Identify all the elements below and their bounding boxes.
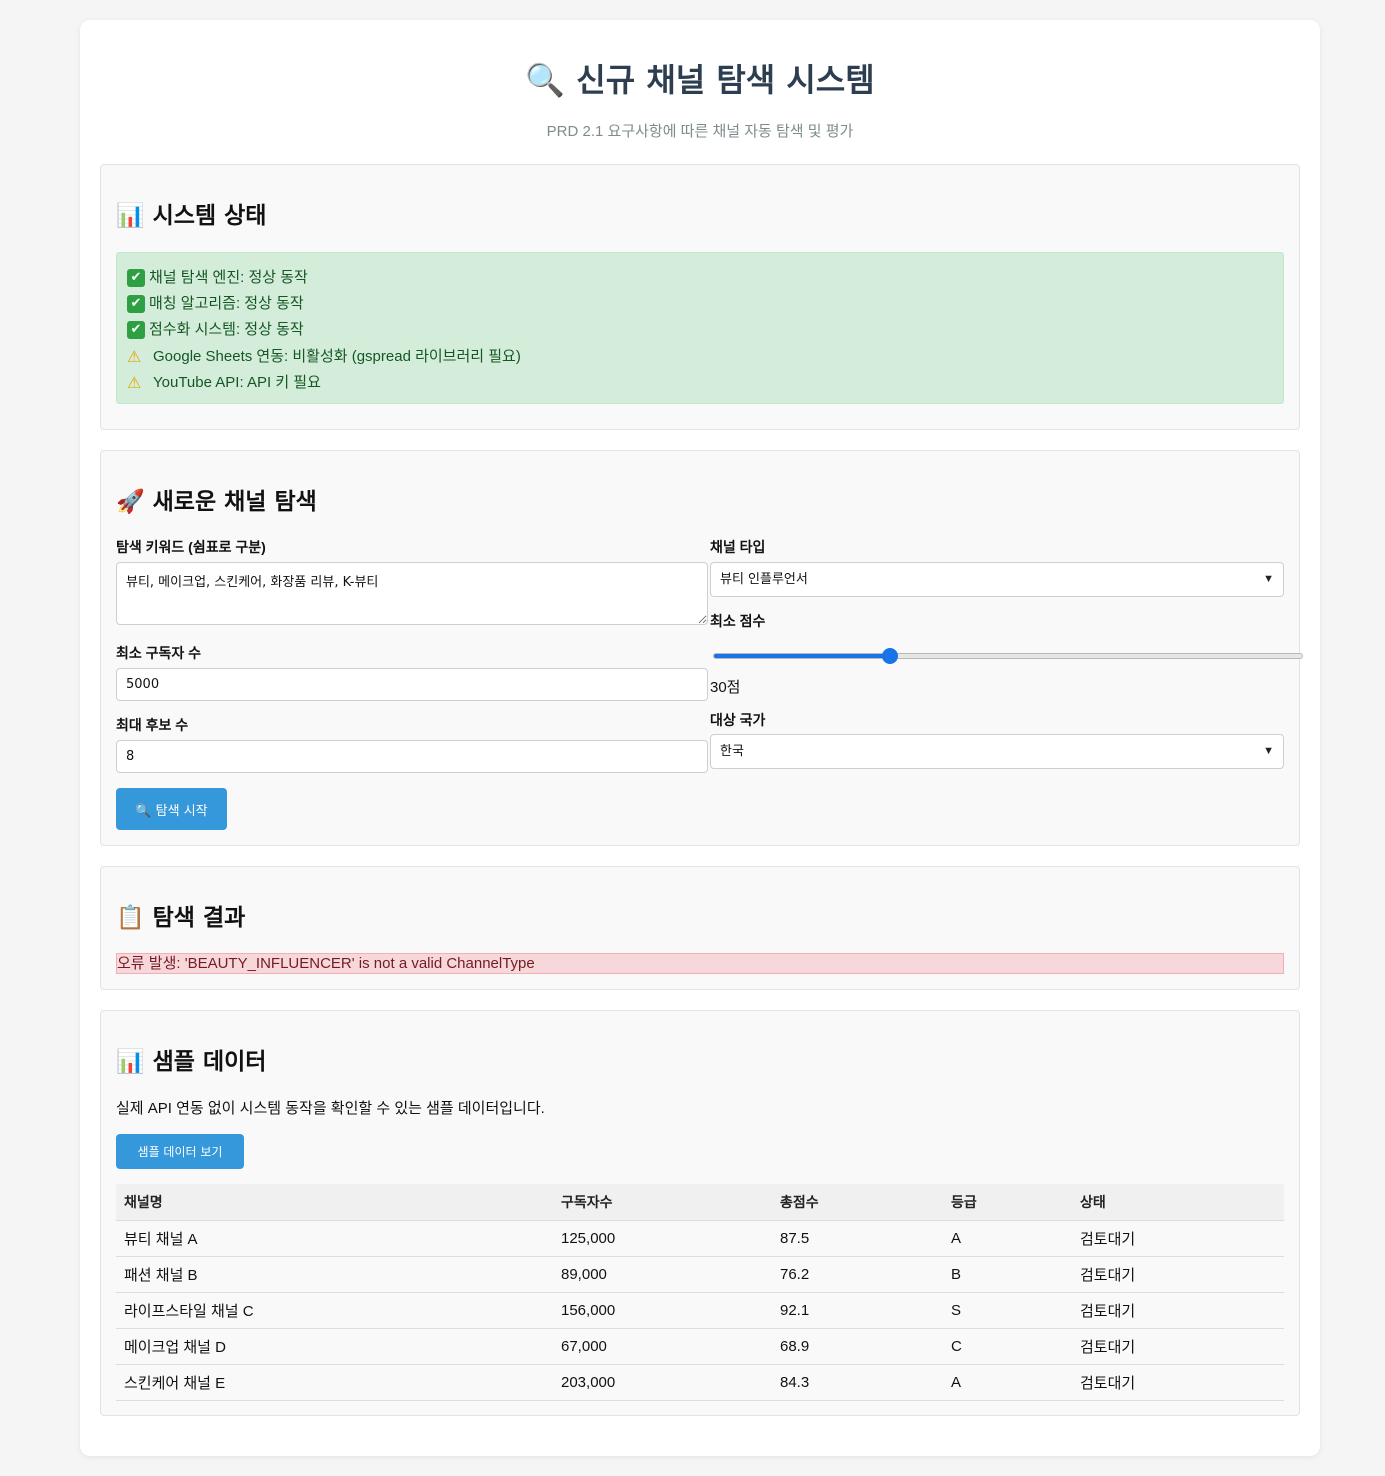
check-icon: ✔	[127, 295, 145, 314]
status-item-text: 매칭 알고리즘: 정상 동작	[149, 295, 304, 313]
cell-grade: S	[943, 1292, 1072, 1329]
sample-description: 실제 API 연동 없이 시스템 동작을 확인할 수 있는 샘플 데이터입니다.	[116, 1100, 545, 1117]
cell-channel: 패션 채널 B	[116, 1256, 553, 1293]
max-candidates-label: 최대 후보 수	[116, 717, 189, 733]
status-item-text: 채널 탐색 엔진: 정상 동작	[149, 269, 308, 287]
keywords-input[interactable]	[116, 562, 708, 625]
sample-data-section: 📊 샘플 데이터 실제 API 연동 없이 시스템 동작을 확인할 수 있는 샘…	[100, 1010, 1300, 1416]
warning-icon: ⚠	[127, 346, 142, 366]
page-title-text: 신규 채널 탐색 시스템	[576, 61, 875, 99]
warning-icon: ⚠	[127, 372, 142, 392]
cell-grade: C	[943, 1328, 1072, 1365]
column-header-subscribers: 구독자수	[553, 1184, 772, 1221]
check-icon: ✔	[127, 321, 145, 340]
cell-status: 검토대기	[1072, 1364, 1284, 1401]
cell-channel: 메이크업 채널 D	[116, 1328, 553, 1365]
sample-table: 채널명 구독자수 총점수 등급 상태 뷰티 채널 A 125,000 87.5 …	[116, 1184, 1284, 1401]
cell-status: 검토대기	[1072, 1292, 1284, 1329]
min-score-label: 최소 점수	[710, 613, 766, 629]
column-header-status: 상태	[1072, 1184, 1284, 1221]
table-row: 라이프스타일 채널 C 156,000 92.1 S 검토대기	[116, 1292, 1284, 1329]
slider-thumb[interactable]	[882, 648, 899, 664]
channel-type-label: 채널 타입	[710, 539, 766, 555]
status-item: ⚠ YouTube API: API 키 필요	[127, 370, 1273, 396]
cell-channel: 스킨케어 채널 E	[116, 1364, 553, 1401]
table-row: 뷰티 채널 A 125,000 87.5 A 검토대기	[116, 1220, 1284, 1257]
cell-subscribers: 67,000	[553, 1328, 772, 1365]
page-title: 🔍 신규 채널 탐색 시스템	[100, 20, 1300, 100]
status-item-text: YouTube API: API 키 필요	[153, 373, 321, 391]
column-header-grade: 등급	[943, 1184, 1072, 1221]
cell-score: 84.3	[772, 1364, 943, 1401]
table-row: 패션 채널 B 89,000 76.2 B 검토대기	[116, 1256, 1284, 1293]
error-message: 오류 발생: 'BEAUTY_INFLUENCER' is not a vali…	[116, 953, 1284, 974]
table-row: 메이크업 채널 D 67,000 68.9 C 검토대기	[116, 1328, 1284, 1365]
column-header-score: 총점수	[772, 1184, 943, 1221]
cell-score: 68.9	[772, 1328, 943, 1365]
main-container: 🔍 신규 채널 탐색 시스템 PRD 2.1 요구사항에 따른 채널 자동 탐색…	[80, 20, 1320, 1456]
cell-grade: B	[943, 1256, 1072, 1293]
slider-fill	[714, 654, 891, 658]
min-score-slider[interactable]	[713, 648, 1303, 664]
cell-channel: 뷰티 채널 A	[116, 1220, 553, 1257]
cell-subscribers: 125,000	[553, 1220, 772, 1257]
channel-search-title: 🚀 새로운 채널 탐색	[116, 489, 317, 515]
status-item-text: 점수화 시스템: 정상 동작	[149, 321, 304, 339]
status-item: ✔ 점수화 시스템: 정상 동작	[127, 317, 1273, 343]
country-select[interactable]: 한국	[710, 734, 1284, 769]
search-result-section: 📋 탐색 결과 오류 발생: 'BEAUTY_INFLUENCER' is no…	[100, 866, 1300, 990]
cell-grade: A	[943, 1364, 1072, 1401]
country-label: 대상 국가	[710, 712, 766, 728]
system-status-title: 📊 시스템 상태	[116, 203, 267, 229]
min-score-readout: 30점	[710, 679, 741, 696]
cell-status: 검토대기	[1072, 1328, 1284, 1365]
system-status-section: 📊 시스템 상태 ✔ 채널 탐색 엔진: 정상 동작 ✔ 매칭 알고리즘: 정상…	[100, 164, 1300, 430]
max-candidates-input[interactable]	[116, 740, 708, 773]
min-subscribers-input[interactable]	[116, 668, 708, 701]
status-box: ✔ 채널 탐색 엔진: 정상 동작 ✔ 매칭 알고리즘: 정상 동작 ✔ 점수화…	[116, 252, 1284, 404]
cell-subscribers: 156,000	[553, 1292, 772, 1329]
channel-type-select[interactable]: 뷰티 인플루언서	[710, 562, 1284, 597]
keywords-label: 탐색 키워드 (쉼표로 구분)	[116, 539, 266, 555]
status-item: ⚠ Google Sheets 연동: 비활성화 (gspread 라이브러리 …	[127, 344, 1273, 370]
channel-search-section: 🚀 새로운 채널 탐색 탐색 키워드 (쉼표로 구분) 채널 타입 뷰티 인플루…	[100, 450, 1303, 846]
country-select-wrap: 한국 ▼	[710, 734, 1284, 769]
cell-channel: 라이프스타일 채널 C	[116, 1292, 553, 1329]
start-search-button[interactable]: 🔍 탐색 시작	[116, 788, 227, 830]
cell-status: 검토대기	[1072, 1220, 1284, 1257]
table-header-row: 채널명 구독자수 총점수 등급 상태	[116, 1184, 1284, 1221]
page-subtitle: PRD 2.1 요구사항에 따른 채널 자동 탐색 및 평가	[546, 123, 854, 140]
status-item: ✔ 채널 탐색 엔진: 정상 동작	[127, 265, 1273, 291]
min-subscribers-label: 최소 구독자 수	[116, 645, 202, 661]
cell-score: 92.1	[772, 1292, 943, 1329]
cell-score: 76.2	[772, 1256, 943, 1293]
status-item: ✔ 매칭 알고리즘: 정상 동작	[127, 291, 1273, 317]
cell-subscribers: 89,000	[553, 1256, 772, 1293]
view-sample-button[interactable]: 샘플 데이터 보기	[116, 1134, 244, 1169]
cell-score: 87.5	[772, 1220, 943, 1257]
sample-data-title: 📊 샘플 데이터	[116, 1049, 267, 1075]
status-item-text: Google Sheets 연동: 비활성화 (gspread 라이브러리 필요…	[153, 347, 521, 365]
channel-type-select-wrap: 뷰티 인플루언서 ▼	[710, 562, 1284, 597]
table-row: 스킨케어 채널 E 203,000 84.3 A 검토대기	[116, 1364, 1284, 1401]
cell-status: 검토대기	[1072, 1256, 1284, 1293]
check-icon: ✔	[127, 269, 145, 288]
cell-subscribers: 203,000	[553, 1364, 772, 1401]
search-icon: 🔍	[525, 61, 566, 99]
column-header-channel: 채널명	[116, 1184, 553, 1221]
cell-grade: A	[943, 1220, 1072, 1257]
search-result-title: 📋 탐색 결과	[116, 905, 246, 931]
